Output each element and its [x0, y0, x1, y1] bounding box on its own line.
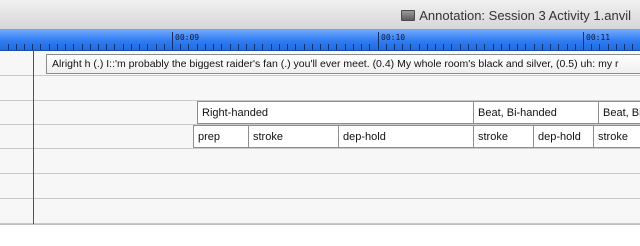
handedness-element[interactable]: Beat, Bi-: [598, 101, 640, 124]
handedness-label: Right-handed: [202, 106, 269, 119]
phase-element[interactable]: stroke: [473, 125, 534, 148]
time-label-0011: 00:11: [586, 33, 611, 42]
bottom-area: [0, 224, 640, 246]
playhead-line[interactable]: [33, 51, 34, 224]
track-empty-2[interactable]: [0, 149, 640, 174]
track-empty-1[interactable]: [0, 76, 640, 101]
phase-element[interactable]: dep-hold: [338, 125, 474, 148]
handedness-label: Beat, Bi-: [603, 106, 640, 119]
phase-label: stroke: [478, 130, 508, 143]
track-phases: prep stroke dep-hold stroke dep-hold str…: [0, 125, 640, 149]
document-icon: [401, 9, 416, 21]
transcript-element[interactable]: Alright h (.) I::'m probably the biggest…: [46, 54, 640, 74]
phase-label: dep-hold: [343, 130, 386, 143]
phase-element[interactable]: stroke: [593, 125, 640, 148]
phase-label: prep: [198, 130, 221, 143]
track-handedness: Right-handed Beat, Bi-handed Beat, Bi-: [0, 101, 640, 125]
phase-label: dep-hold: [538, 130, 581, 143]
window-title: Annotation: Session 3 Activity 1.anvil: [419, 7, 631, 23]
handedness-element[interactable]: Beat, Bi-handed: [473, 101, 599, 124]
transcript-text: Alright h (.) I::'m probably the biggest…: [52, 58, 619, 70]
track-empty-3[interactable]: [0, 174, 640, 199]
time-label-0009: 00:09: [175, 33, 200, 42]
window-titlebar: Annotation: Session 3 Activity 1.anvil: [0, 0, 640, 30]
phase-element[interactable]: dep-hold: [533, 125, 594, 148]
window-title-group: Annotation: Session 3 Activity 1.anvil: [401, 7, 631, 23]
ruler-ticks: [8, 32, 633, 50]
time-label-0010: 00:10: [381, 33, 406, 42]
phase-element[interactable]: prep: [193, 125, 249, 148]
phase-label: stroke: [253, 130, 283, 143]
phase-element[interactable]: stroke: [248, 125, 339, 148]
handedness-element[interactable]: Right-handed: [197, 101, 474, 124]
phase-label: stroke: [598, 130, 628, 143]
track-empty-4[interactable]: [0, 199, 640, 224]
track-transcript: Alright h (.) I::'m probably the biggest…: [0, 51, 640, 76]
handedness-label: Beat, Bi-handed: [478, 106, 557, 119]
timeline-ruler[interactable]: 00:09 00:10 00:11: [0, 30, 640, 51]
